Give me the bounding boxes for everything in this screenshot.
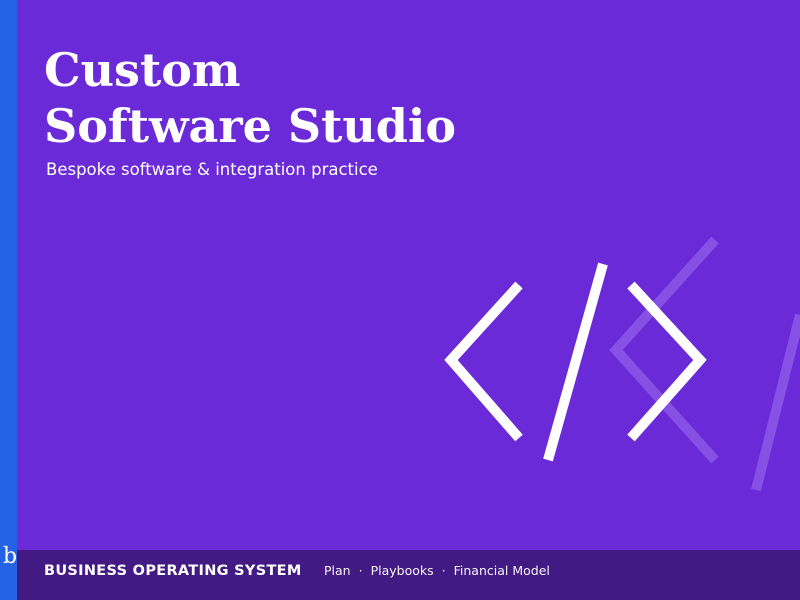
forward-slash — [543, 262, 608, 462]
code-brackets-icon — [444, 236, 800, 492]
footer-title: BUSINESS OPERATING SYSTEM — [44, 563, 302, 579]
code-brackets-ghost-icon — [609, 236, 800, 492]
slide: b Custom Software Studio Bespoke softwar… — [0, 0, 800, 600]
footer-nav-item-financial-model[interactable]: Financial Model — [454, 563, 550, 578]
right-angle-bracket — [627, 281, 707, 442]
left-angle-bracket — [444, 281, 523, 442]
footer-nav-separator: · — [358, 563, 363, 578]
footer-nav-item-plan[interactable]: Plan — [324, 563, 351, 578]
footer-nav-item-playbooks[interactable]: Playbooks — [371, 563, 434, 578]
ghost-right-bracket — [609, 236, 719, 464]
footer-nav: Plan · Playbooks · Financial Model — [324, 561, 550, 581]
ghost-slash — [751, 313, 800, 492]
footer-nav-separator: · — [441, 563, 446, 578]
